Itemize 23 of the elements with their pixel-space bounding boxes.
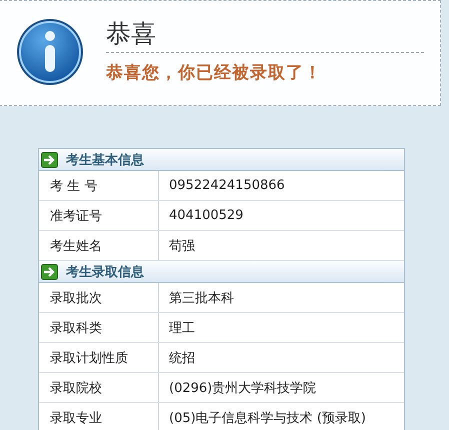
- field-label: 考 生 号: [50, 178, 98, 194]
- field-value: 09522424150866: [169, 178, 285, 193]
- field-label: 录取专业: [50, 410, 102, 426]
- field-value: 理工: [169, 320, 195, 336]
- field-label: 录取计划性质: [50, 350, 128, 366]
- arrow-icon: [41, 264, 58, 280]
- field-value: (0296)贵州大学科技学院: [169, 380, 316, 396]
- section-title: 考生录取信息: [66, 264, 144, 280]
- field-label: 录取批次: [50, 290, 102, 306]
- field-value: 苟强: [169, 238, 195, 254]
- field-label: 准考证号: [50, 208, 102, 224]
- section-title: 考生基本信息: [66, 152, 144, 168]
- arrow-icon: [41, 152, 58, 168]
- field-value: 统招: [169, 350, 195, 366]
- field-value: (05)电子信息科学与技术 (预录取): [169, 410, 366, 426]
- field-value: 404100529: [169, 208, 244, 223]
- field-label: 录取院校: [50, 380, 102, 396]
- info-icon: [16, 18, 84, 86]
- notice-message: 恭喜您，你已经被录取了！: [106, 62, 322, 84]
- field-label: 考生姓名: [50, 238, 102, 254]
- field-label: 录取科类: [50, 320, 102, 336]
- notice-title: 恭喜: [106, 19, 156, 49]
- field-value: 第三批本科: [169, 290, 234, 306]
